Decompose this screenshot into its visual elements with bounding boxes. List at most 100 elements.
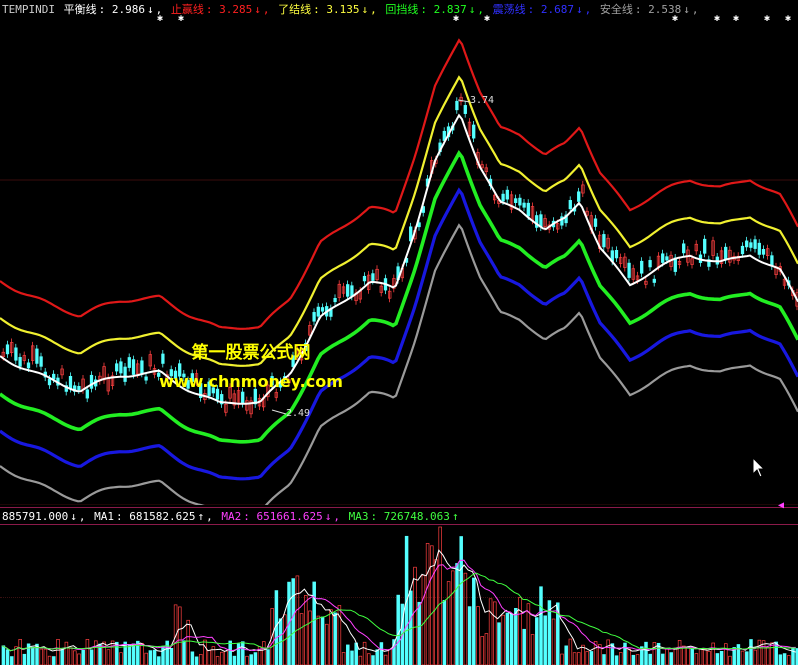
volume-bar — [707, 651, 711, 665]
volume-bar — [10, 656, 14, 665]
volume-bar — [690, 648, 694, 665]
volume-bar — [325, 623, 329, 665]
volume-bar — [199, 653, 203, 665]
volume-bar — [194, 656, 199, 665]
candle-body — [514, 198, 518, 203]
volume-bar — [434, 559, 438, 665]
volume-bar — [157, 656, 161, 665]
candle-body — [724, 246, 728, 261]
chart-window[interactable]: TEMPINDI 平衡线: 2.986 ↓, 止赢线: 3.285 ↓, 了结线: … — [0, 0, 798, 665]
volume-bar — [396, 594, 400, 665]
volume-bar — [446, 581, 451, 665]
volume-bar — [476, 606, 480, 665]
candle-body — [241, 391, 245, 404]
volume-bar — [215, 656, 220, 665]
volume-bar — [778, 654, 783, 665]
volume-bar — [673, 647, 678, 665]
volume-bar — [169, 647, 174, 665]
volume-bar — [715, 653, 720, 665]
volume-bar — [119, 652, 123, 665]
volume-bar — [719, 651, 724, 665]
volume-bar — [64, 641, 69, 665]
volume-bar — [589, 651, 594, 665]
volume-bar — [152, 649, 157, 665]
volume-ma-2: MA3: 726748.063 ↑ — [348, 510, 459, 523]
candle-body — [753, 239, 757, 249]
volume-arrow: ↓ — [70, 510, 77, 523]
volume-bar — [535, 617, 539, 665]
volume-bar — [266, 649, 270, 665]
volume-bar — [430, 545, 434, 665]
volume-bar — [648, 653, 652, 665]
take-profit-line — [0, 75, 798, 367]
scroll-triangle-icon[interactable]: ◀ — [778, 500, 784, 511]
volume-bar — [299, 613, 304, 665]
volume-bar — [753, 649, 757, 665]
volume-bar — [686, 647, 690, 665]
volume-bar — [623, 642, 627, 665]
candle-body — [745, 240, 749, 248]
volume-bar — [749, 639, 753, 665]
candle-body — [568, 200, 572, 210]
volume-bar — [421, 574, 426, 665]
volume-bar — [757, 639, 762, 665]
volume-bar — [455, 563, 459, 665]
candle-body — [320, 307, 325, 312]
mouse-cursor-icon — [752, 457, 766, 478]
ma-label: MA3 — [348, 510, 369, 523]
panel-separator[interactable] — [0, 507, 798, 508]
volume-bar — [39, 648, 43, 665]
candle-body — [115, 363, 119, 372]
volume-bar — [262, 641, 266, 665]
volume-bar — [68, 647, 73, 665]
volume-bar — [635, 654, 640, 665]
volume-bar — [341, 652, 346, 665]
candle-body — [761, 249, 766, 255]
volume-chart[interactable] — [0, 524, 798, 665]
volume-bar — [551, 618, 556, 665]
volume-bar — [350, 650, 354, 665]
volume-bar — [472, 577, 476, 665]
volume-bar — [484, 633, 489, 665]
watermark-title: 第一股票公式网 — [191, 343, 311, 363]
low-pointer — [271, 409, 287, 415]
volume-bar — [245, 655, 249, 665]
volume-bar — [18, 639, 22, 665]
volume-bar — [22, 653, 27, 665]
volume-bar — [333, 612, 337, 665]
volume-bar — [31, 646, 35, 665]
candle-body — [505, 189, 509, 200]
volume-bar — [606, 639, 610, 665]
volume-value: 885791.000 ↓, — [2, 510, 93, 523]
low-price-label: 2.49 — [286, 408, 311, 419]
volume-bar — [5, 649, 10, 665]
volume-bar — [47, 655, 52, 665]
volume-bar — [388, 649, 392, 665]
volume-ma-0: MA1: 681582.625 ↑, — [94, 510, 220, 523]
volume-bar — [346, 644, 350, 665]
candle-body — [526, 202, 530, 217]
volume-bar — [77, 653, 81, 665]
candle-body — [346, 284, 350, 297]
volume-bar — [241, 641, 245, 665]
volume-bar — [631, 654, 636, 665]
candle-body — [640, 260, 644, 274]
volume-bar — [81, 649, 85, 665]
volume-bar — [144, 652, 148, 665]
candle-body — [501, 193, 505, 202]
volume-bar — [102, 641, 106, 665]
candle-body — [577, 191, 581, 202]
price-chart[interactable] — [0, 0, 798, 505]
volume-bar — [140, 642, 144, 665]
candle-body — [455, 100, 459, 111]
volume-bar — [703, 648, 707, 665]
ma-arrow: ↑ — [197, 510, 205, 523]
volume-bar — [52, 656, 56, 665]
volume-bar — [178, 606, 182, 665]
volume-bar — [362, 641, 367, 665]
volume-bar — [669, 652, 673, 665]
volume-bar — [543, 615, 547, 665]
candle-body — [350, 285, 354, 297]
volume-bar — [493, 601, 497, 665]
volume-bar — [665, 647, 669, 665]
